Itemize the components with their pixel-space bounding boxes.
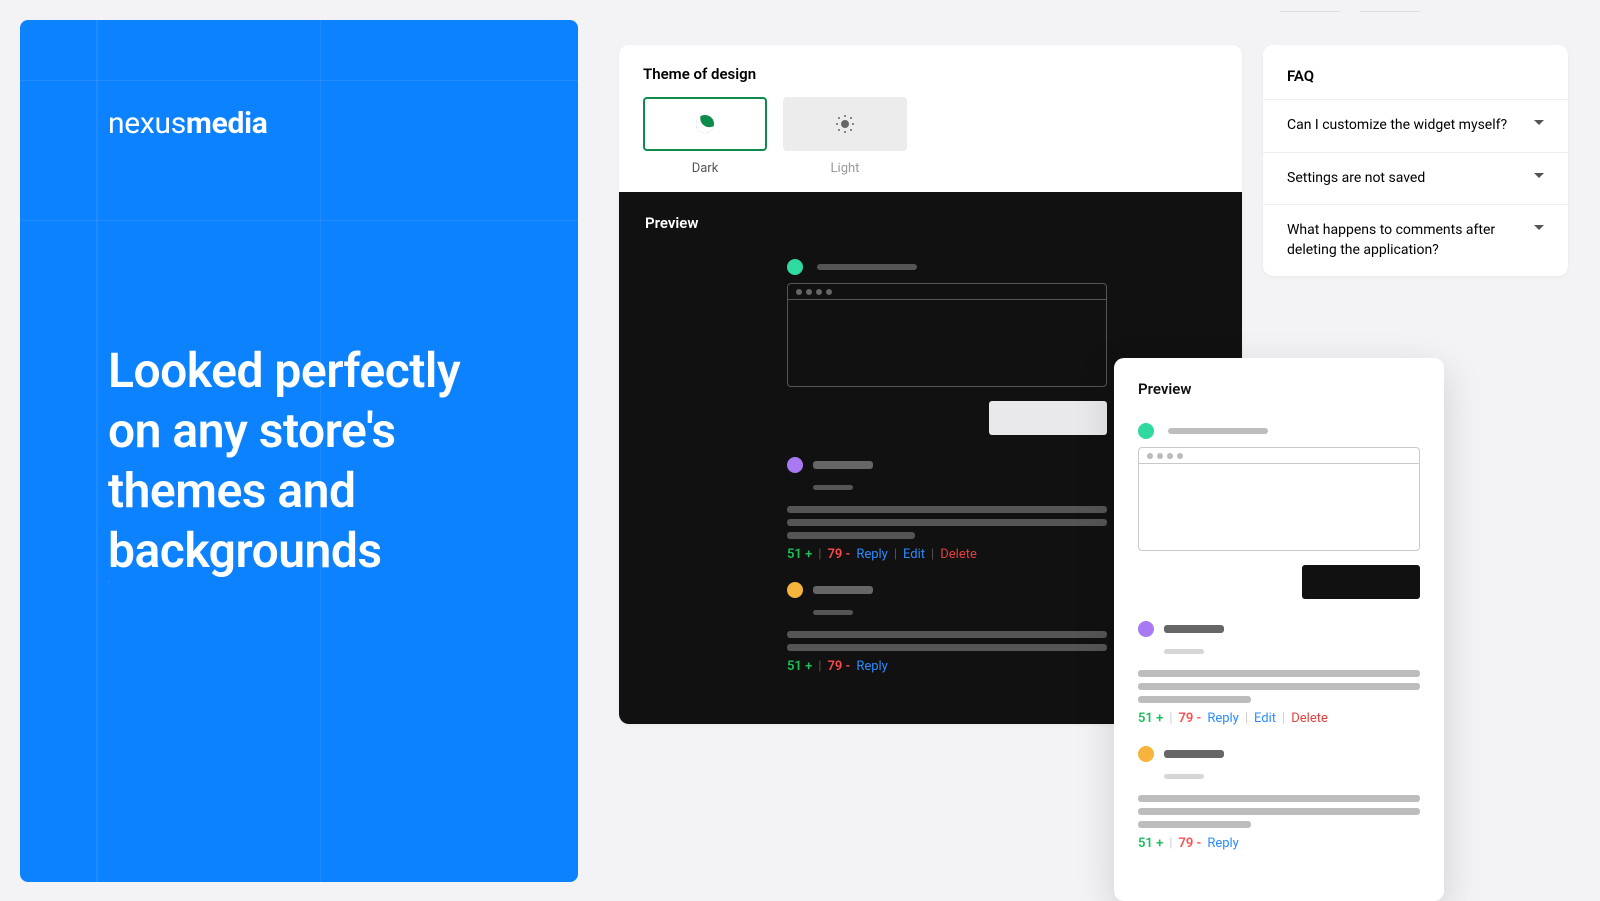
faq-question: Settings are not saved (1287, 169, 1425, 189)
skeleton-line (1168, 428, 1268, 434)
faq-item[interactable]: What happens to comments after deleting … (1263, 204, 1568, 276)
reply-link[interactable]: Reply (1207, 836, 1239, 851)
downvote-count[interactable]: 79 - (827, 659, 850, 674)
upvote-count[interactable]: 51 + (787, 547, 812, 562)
hero-card: nexusmedia Looked perfectly on any store… (20, 20, 578, 882)
skeleton-line (1164, 625, 1224, 633)
moon-icon (693, 112, 716, 135)
skeleton-line (787, 519, 1107, 526)
skeleton-line (813, 610, 853, 615)
avatar (1138, 423, 1154, 439)
faq-item[interactable]: Can I customize the widget myself? (1263, 99, 1568, 152)
skeleton-line (787, 506, 1107, 513)
skeleton-line (1138, 808, 1420, 815)
window-controls (788, 284, 1106, 300)
skeleton-line (813, 586, 873, 594)
delete-link[interactable]: Delete (940, 547, 977, 562)
avatar (1138, 621, 1154, 637)
skeleton-line (813, 461, 873, 469)
delete-link[interactable]: Delete (1291, 711, 1328, 726)
skeleton-line (787, 631, 1107, 638)
edit-link[interactable]: Edit (1254, 711, 1276, 726)
theme-option-dark[interactable]: Dark (643, 97, 767, 176)
preview-title: Preview (645, 214, 1216, 232)
skeleton-line (1138, 683, 1420, 690)
preview-title: Preview (1138, 380, 1420, 398)
reply-link[interactable]: Reply (856, 659, 888, 674)
avatar (1138, 746, 1154, 762)
skeleton-line (787, 532, 915, 539)
comment-item: 51 + | 79 - Reply (1138, 746, 1420, 851)
edit-link[interactable]: Edit (903, 547, 925, 562)
faq-question: Can I customize the widget myself? (1287, 116, 1507, 136)
window-controls (1139, 448, 1419, 464)
faq-title: FAQ (1263, 45, 1568, 99)
downvote-count[interactable]: 79 - (1178, 836, 1201, 851)
skeleton-line (1138, 696, 1251, 703)
faq-panel: FAQ Can I customize the widget myself? S… (1263, 45, 1568, 276)
comment-item: 51 + | 79 - Reply | Edit | Delete (787, 457, 1107, 562)
skeleton-line (1138, 670, 1420, 677)
preview-light: Preview 51 + | (1114, 358, 1444, 901)
skeleton-line (813, 485, 853, 490)
comment-item: 51 + | 79 - Reply (787, 582, 1107, 674)
reply-link[interactable]: Reply (1207, 711, 1239, 726)
hero-headline: Looked perfectly on any store's themes a… (108, 341, 490, 581)
sun-icon (841, 120, 849, 128)
skeleton-line (787, 644, 1107, 651)
chevron-down-icon (1534, 173, 1544, 178)
downvote-count[interactable]: 79 - (1178, 711, 1201, 726)
skeleton-line (817, 264, 917, 270)
upvote-count[interactable]: 51 + (787, 659, 812, 674)
editor-box[interactable] (1138, 447, 1420, 551)
submit-button[interactable] (989, 401, 1107, 435)
faq-question: What happens to comments after deleting … (1287, 221, 1524, 260)
reply-link[interactable]: Reply (856, 547, 888, 562)
skeleton-line (1164, 774, 1204, 779)
chevron-down-icon (1534, 225, 1544, 230)
brand-text-light: nexus (108, 106, 186, 141)
brand-logo: nexusmedia (108, 106, 490, 141)
brand-text-bold: media (186, 106, 268, 141)
avatar (787, 259, 803, 275)
submit-button[interactable] (1302, 565, 1420, 599)
tab-fragment (1360, 0, 1420, 12)
skeleton-line (1164, 750, 1224, 758)
theme-option-light[interactable]: Light (783, 97, 907, 176)
skeleton-line (1164, 649, 1204, 654)
chevron-down-icon (1534, 120, 1544, 125)
faq-item[interactable]: Settings are not saved (1263, 152, 1568, 205)
avatar (787, 457, 803, 473)
editor-box[interactable] (787, 283, 1107, 387)
skeleton-line (1138, 821, 1251, 828)
upvote-count[interactable]: 51 + (1138, 836, 1163, 851)
comment-item: 51 + | 79 - Reply | Edit | Delete (1138, 621, 1420, 726)
downvote-count[interactable]: 79 - (827, 547, 850, 562)
theme-section-title: Theme of design (643, 65, 1218, 83)
tab-fragment (1280, 0, 1340, 12)
theme-light-label: Light (783, 161, 907, 176)
theme-dark-label: Dark (643, 161, 767, 176)
upvote-count[interactable]: 51 + (1138, 711, 1163, 726)
skeleton-line (1138, 795, 1420, 802)
avatar (787, 582, 803, 598)
